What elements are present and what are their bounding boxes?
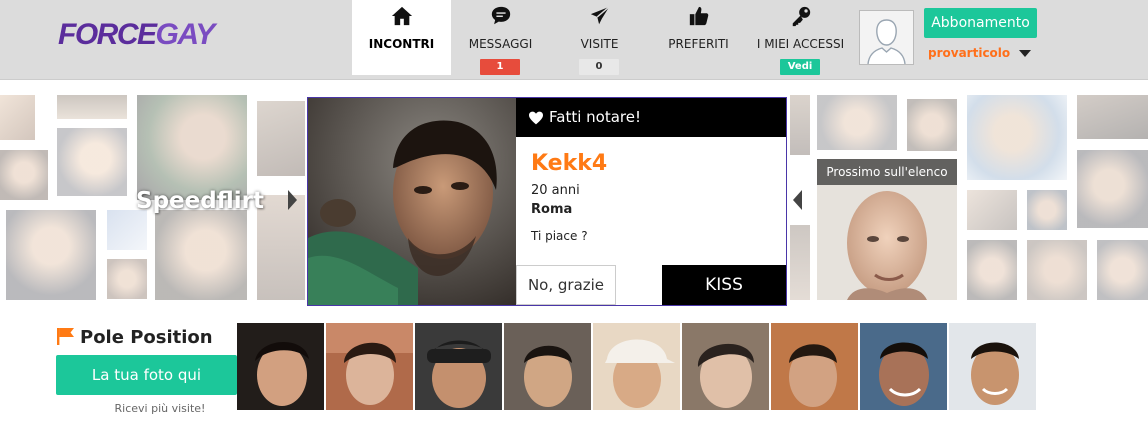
key-icon xyxy=(792,6,811,27)
nav-visite-label: VISITE xyxy=(580,37,619,51)
wall-photo xyxy=(1077,150,1148,228)
profile-name-link[interactable]: Kekk4 xyxy=(531,151,607,176)
pole-thumbnail[interactable] xyxy=(682,323,769,410)
nav-preferiti-label: PREFERITI xyxy=(668,37,729,51)
wall-photo xyxy=(6,210,96,300)
wall-photo xyxy=(967,190,1017,230)
wall-photo xyxy=(107,259,147,299)
user-menu-caret-icon[interactable] xyxy=(1019,50,1031,57)
paper-plane-icon xyxy=(590,6,610,25)
profile-age: 20 anni xyxy=(531,183,580,198)
wall-photo xyxy=(967,95,1067,180)
add-your-photo-button[interactable]: La tua foto qui xyxy=(56,355,237,395)
wall-photo xyxy=(967,240,1017,300)
card-header-text: Fatti notare! xyxy=(549,108,641,126)
user-avatar[interactable] xyxy=(859,10,914,65)
logo-part-1: FORCE xyxy=(58,18,157,51)
speedflirt-label: Speedflirt xyxy=(136,188,264,214)
pole-thumbnail[interactable] xyxy=(504,323,591,410)
wall-photo xyxy=(57,95,127,119)
wall-photo xyxy=(257,195,305,300)
nav-visite[interactable]: VISITE 0 xyxy=(550,0,649,75)
card-header: Fatti notare! xyxy=(516,98,786,137)
profile-photo-image xyxy=(308,98,516,305)
pole-photo-image xyxy=(415,323,502,410)
speedflirt-card: Fatti notare! Kekk4 20 anni Roma Ti piac… xyxy=(307,97,787,306)
pole-photo-image xyxy=(593,323,680,410)
wall-photo xyxy=(907,99,957,151)
accessi-vedi-badge[interactable]: Vedi xyxy=(780,59,820,75)
nav-accessi[interactable]: I MIEI ACCESSI Vedi xyxy=(751,0,850,75)
wall-photo xyxy=(1077,95,1148,139)
top-header: FORCEGAY INCONTRI MESSAGGI 1 VISITE 0 PR… xyxy=(0,0,1148,80)
like-question: Ti piace ? xyxy=(531,229,588,243)
kiss-button[interactable]: KISS xyxy=(662,265,786,305)
pole-thumbnail[interactable] xyxy=(415,323,502,410)
wall-photo xyxy=(817,95,897,150)
wall-photo xyxy=(0,150,48,200)
no-thanks-button[interactable]: No, grazie xyxy=(516,265,616,305)
pole-photo-image xyxy=(860,323,947,410)
heart-icon xyxy=(529,111,543,125)
next-in-list-preview[interactable]: Prossimo sull'elenco xyxy=(817,159,957,300)
pole-thumbnail[interactable] xyxy=(237,323,324,410)
chat-bubble-icon xyxy=(491,6,511,25)
wall-photo xyxy=(1027,240,1087,300)
default-avatar-icon xyxy=(860,11,913,64)
nav-preferiti[interactable]: PREFERITI xyxy=(649,0,748,75)
flag-icon xyxy=(57,328,74,345)
nav-incontri-label: INCONTRI xyxy=(368,37,435,51)
logo-part-2: GAY xyxy=(155,18,216,51)
pole-thumbnail[interactable] xyxy=(326,323,413,410)
wall-photo xyxy=(107,210,147,250)
wall-photo xyxy=(155,210,247,300)
pole-position-subtitle: Ricevi più visite! xyxy=(114,402,206,415)
pole-photo-image xyxy=(326,323,413,410)
wall-photo xyxy=(57,128,127,196)
speedflirt-arrow-right-icon xyxy=(288,190,297,210)
wall-photo xyxy=(257,101,305,176)
pole-thumbnail[interactable] xyxy=(949,323,1036,410)
wall-photo xyxy=(1027,190,1067,230)
nav-messaggi-label: MESSAGGI xyxy=(468,37,533,51)
wall-photo xyxy=(1097,240,1148,300)
wall-photo xyxy=(0,95,35,140)
messages-count-badge: 1 xyxy=(480,59,520,75)
pole-position-title: Pole Position xyxy=(56,327,213,349)
speedflirt-arrow-left-icon xyxy=(793,190,802,210)
pole-thumbnail[interactable] xyxy=(593,323,680,410)
logo[interactable]: FORCEGAY xyxy=(58,18,216,52)
nav-accessi-label: I MIEI ACCESSI xyxy=(756,37,845,51)
thumbs-up-icon xyxy=(689,6,709,26)
subscribe-button[interactable]: Abbonamento xyxy=(924,8,1037,38)
pole-thumbnail[interactable] xyxy=(860,323,947,410)
home-icon xyxy=(391,6,413,26)
visits-count-badge: 0 xyxy=(579,59,619,75)
wall-photo xyxy=(137,95,247,200)
nav-messaggi[interactable]: MESSAGGI 1 xyxy=(451,0,550,75)
pole-photo-image xyxy=(504,323,591,410)
pole-position-title-text: Pole Position xyxy=(80,327,213,348)
pole-thumbnail[interactable] xyxy=(771,323,858,410)
nav-incontri[interactable]: INCONTRI xyxy=(352,0,451,75)
profile-city: Roma xyxy=(531,202,573,217)
pole-photo-image xyxy=(949,323,1036,410)
pole-photo-image xyxy=(682,323,769,410)
username-link[interactable]: provarticolo xyxy=(928,46,1010,60)
next-in-list-label: Prossimo sull'elenco xyxy=(817,159,957,185)
profile-photo[interactable] xyxy=(308,98,516,305)
pole-photo-image xyxy=(771,323,858,410)
wall-photo xyxy=(790,95,810,155)
wall-photo xyxy=(790,225,810,300)
pole-photo-image xyxy=(237,323,324,410)
